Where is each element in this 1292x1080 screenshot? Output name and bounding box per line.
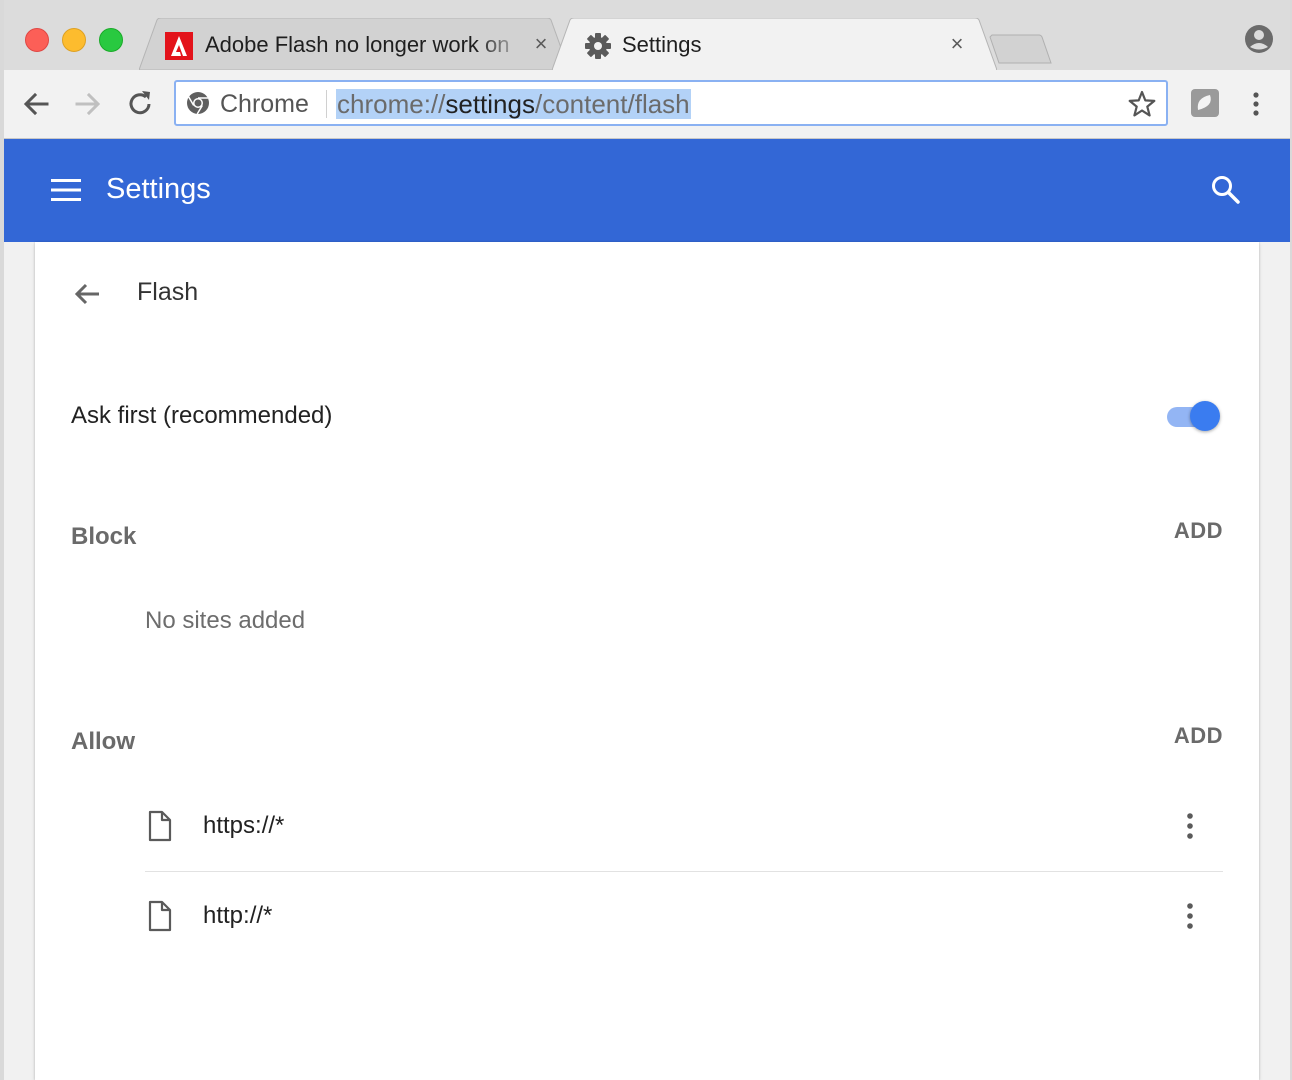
file-icon [148, 900, 172, 932]
allow-add-button[interactable]: ADD [1174, 723, 1223, 749]
gear-icon [585, 33, 611, 59]
omnibox[interactable]: Chrome chrome://settings/content/flash [174, 80, 1168, 126]
ask-first-toggle[interactable] [1165, 400, 1225, 434]
extension-icon[interactable] [1190, 88, 1220, 118]
page-title: Settings [106, 173, 211, 205]
more-actions-icon[interactable] [1173, 810, 1207, 842]
tab-title: Settings [622, 32, 702, 57]
window-zoom-button[interactable] [99, 28, 123, 52]
omnibox-divider [326, 90, 327, 118]
tab-close-icon[interactable]: × [529, 32, 553, 56]
site-pattern: https://* [203, 812, 285, 839]
new-tab-button[interactable] [989, 34, 1053, 64]
settings-header: Settings [4, 139, 1290, 242]
block-add-button[interactable]: ADD [1174, 518, 1223, 544]
site-pattern: http://* [203, 902, 273, 929]
chrome-logo-icon [187, 92, 209, 115]
subpage-title: Flash [137, 278, 199, 306]
block-section-title: Block [71, 523, 137, 550]
ask-first-label: Ask first (recommended) [71, 402, 333, 429]
browser-menu-icon[interactable] [1244, 88, 1268, 120]
allow-site-row: https://* [145, 782, 1223, 872]
tab-settings[interactable]: Settings × [552, 18, 997, 70]
flash-settings-card: Flash Ask first (recommended) Block ADD … [35, 242, 1259, 1080]
bookmark-star-icon[interactable] [1128, 90, 1156, 118]
tab-adobe-flash[interactable]: Adobe Flash no longer work on × [139, 18, 569, 70]
profile-icon[interactable] [1244, 24, 1274, 54]
url-host: settings [445, 89, 535, 119]
allow-site-row: http://* [145, 872, 1223, 962]
omnibox-chip-label: Chrome [220, 90, 309, 118]
forward-arrow-icon[interactable] [72, 88, 104, 120]
browser-window: Adobe Flash no longer work on × Settings… [4, 0, 1290, 1080]
adobe-icon [165, 32, 193, 60]
tab-strip: Adobe Flash no longer work on × Settings… [4, 0, 1290, 70]
tab-title: Adobe Flash no longer work on [205, 32, 510, 57]
block-empty-text: No sites added [145, 607, 306, 634]
url-path: /content/flash [534, 89, 690, 119]
back-arrow-icon[interactable] [20, 88, 52, 120]
allow-section-title: Allow [71, 728, 135, 755]
back-arrow-icon[interactable] [71, 278, 103, 310]
browser-toolbar: Chrome chrome://settings/content/flash [4, 70, 1290, 139]
reload-icon[interactable] [124, 88, 156, 120]
omnibox-url[interactable]: chrome://settings/content/flash [336, 89, 691, 119]
window-close-button[interactable] [25, 28, 49, 52]
window-minimize-button[interactable] [62, 28, 86, 52]
url-scheme: chrome:// [337, 89, 446, 119]
search-icon[interactable] [1210, 174, 1242, 206]
toggle-knob [1190, 401, 1220, 431]
more-actions-icon[interactable] [1173, 900, 1207, 932]
file-icon [148, 810, 172, 842]
hamburger-menu-icon[interactable] [50, 177, 82, 203]
tab-close-icon[interactable]: × [945, 32, 969, 56]
